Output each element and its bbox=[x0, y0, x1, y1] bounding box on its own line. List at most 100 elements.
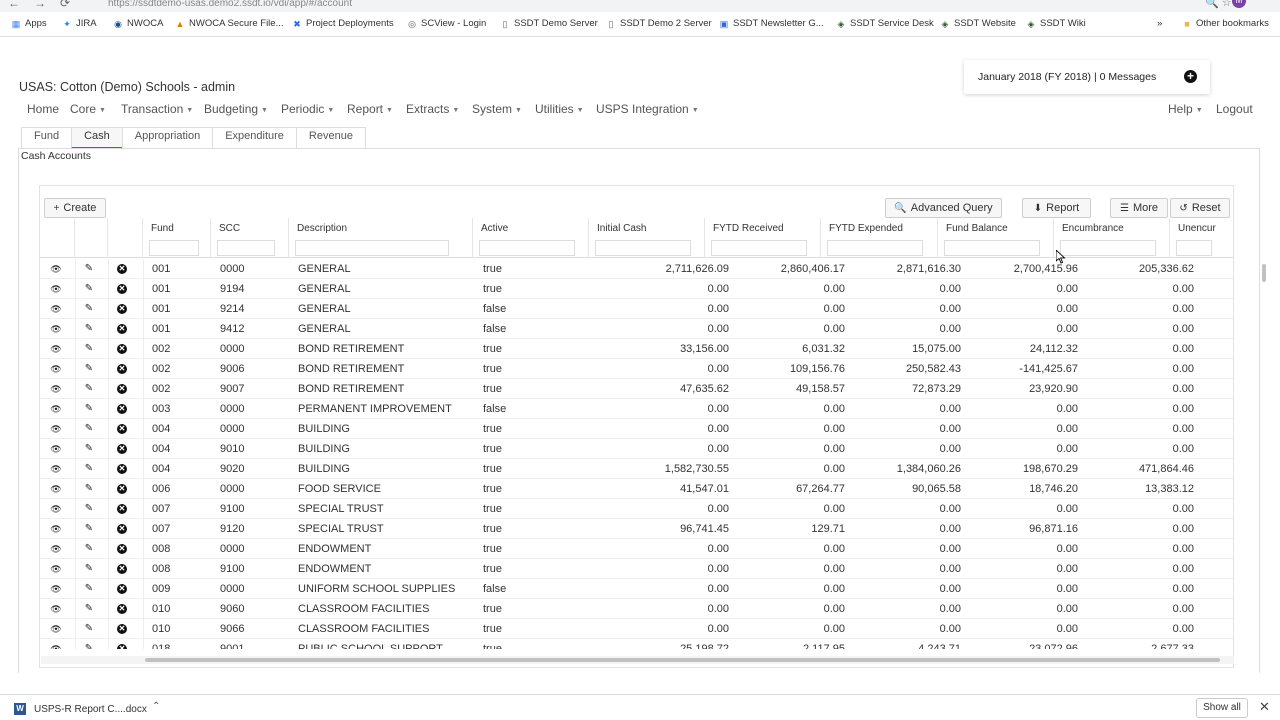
delete-icon[interactable]: ✕ bbox=[117, 524, 127, 534]
bookmarks-overflow-icon[interactable]: » bbox=[1157, 18, 1162, 29]
delete-icon[interactable]: ✕ bbox=[117, 284, 127, 294]
view-eye-icon[interactable]: 👁 bbox=[50, 383, 62, 395]
menu-home[interactable]: Home bbox=[27, 102, 59, 116]
bookmark-apps[interactable]: ▦ Apps bbox=[11, 18, 47, 29]
column-header-description[interactable]: Description bbox=[289, 218, 473, 258]
bookmark-ssdt-demo[interactable]: ▯ SSDT Demo Server bbox=[500, 18, 598, 29]
bookmark-ssdt-demo2[interactable]: ▯ SSDT Demo 2 Server bbox=[606, 18, 712, 29]
bookmark-other[interactable]: ■ Other bookmarks bbox=[1182, 18, 1269, 29]
view-eye-icon[interactable]: 👁 bbox=[50, 283, 62, 295]
download-item[interactable]: W USPS-R Report C....docx bbox=[14, 703, 147, 715]
view-eye-icon[interactable]: 👁 bbox=[50, 523, 62, 535]
table-row[interactable]: 👁 ✎ ✕ 001 9412 GENERAL false 0.00 0.00 0.00 0.00 0.… bbox=[40, 319, 1233, 339]
view-eye-icon[interactable]: 👁 bbox=[50, 563, 62, 575]
column-header-fund[interactable]: Fund bbox=[143, 218, 211, 258]
active-filter-input[interactable] bbox=[479, 240, 575, 256]
column-header-active[interactable]: Active bbox=[473, 218, 589, 258]
tab-fund[interactable]: Fund bbox=[21, 127, 73, 149]
table-row[interactable]: 👁 ✎ ✕ 004 9010 BUILDING true 0.00 0.00 0.00 0.00 0.… bbox=[40, 439, 1233, 459]
bookmark-project-deployments[interactable]: ✖ Project Deployments bbox=[292, 18, 393, 29]
edit-pencil-icon[interactable]: ✎ bbox=[83, 363, 95, 375]
bookmark-ssdt-wiki[interactable]: ◈ SSDT Wiki bbox=[1026, 18, 1086, 29]
expand-plus-icon[interactable]: + bbox=[1184, 70, 1197, 83]
unencumbered-filter-input[interactable] bbox=[1176, 240, 1212, 256]
table-row[interactable]: 👁 ✎ ✕ 010 9066 CLASSROOM FACILITIES true 0.00 0.… bbox=[40, 619, 1233, 639]
edit-pencil-icon[interactable]: ✎ bbox=[83, 343, 95, 355]
create-button[interactable]: + Create bbox=[44, 198, 106, 218]
description-filter-input[interactable] bbox=[295, 240, 449, 256]
edit-pencil-icon[interactable]: ✎ bbox=[83, 523, 95, 535]
horizontal-scrollbar[interactable] bbox=[145, 658, 1220, 662]
view-eye-icon[interactable]: 👁 bbox=[50, 583, 62, 595]
delete-icon[interactable]: ✕ bbox=[117, 404, 127, 414]
show-all-button[interactable]: Show all bbox=[1196, 698, 1248, 718]
delete-icon[interactable]: ✕ bbox=[117, 324, 127, 334]
table-row[interactable]: 👁 ✎ ✕ 018 9001 PUBLIC SCHOOL SUPPORT true 25,19… bbox=[40, 639, 1233, 649]
menu-extracts[interactable]: Extracts ▼ bbox=[406, 102, 459, 116]
fund-filter-input[interactable] bbox=[149, 240, 199, 256]
scc-filter-input[interactable] bbox=[217, 240, 275, 256]
period-text[interactable]: January 2018 (FY 2018) | 0 Messages bbox=[978, 71, 1156, 83]
view-eye-icon[interactable]: 👁 bbox=[50, 483, 62, 495]
edit-pencil-icon[interactable]: ✎ bbox=[83, 643, 95, 649]
delete-icon[interactable]: ✕ bbox=[117, 564, 127, 574]
column-header-fytd-expended[interactable]: FYTD Expended bbox=[821, 218, 938, 258]
table-row[interactable]: 👁 ✎ ✕ 001 9214 GENERAL false 0.00 0.00 0.00 0.00 0.… bbox=[40, 299, 1233, 319]
edit-pencil-icon[interactable]: ✎ bbox=[83, 263, 95, 275]
tab-revenue[interactable]: Revenue bbox=[295, 127, 366, 149]
view-eye-icon[interactable]: 👁 bbox=[50, 443, 62, 455]
view-eye-icon[interactable]: 👁 bbox=[50, 323, 62, 335]
view-eye-icon[interactable]: 👁 bbox=[50, 543, 62, 555]
fund-balance-filter-input[interactable] bbox=[944, 240, 1040, 256]
delete-icon[interactable]: ✕ bbox=[117, 304, 127, 314]
bookmark-newsletter[interactable]: ▣ SSDT Newsletter G... bbox=[719, 18, 824, 29]
delete-icon[interactable]: ✕ bbox=[117, 544, 127, 554]
fytd-received-filter-input[interactable] bbox=[711, 240, 807, 256]
menu-report[interactable]: Report ▼ bbox=[347, 102, 393, 116]
bookmark-nwoca[interactable]: ◉ NWOCA bbox=[113, 18, 163, 29]
menu-transaction[interactable]: Transaction ▼ bbox=[121, 102, 193, 116]
edit-pencil-icon[interactable]: ✎ bbox=[83, 323, 95, 335]
view-eye-icon[interactable]: 👁 bbox=[50, 503, 62, 515]
edit-pencil-icon[interactable]: ✎ bbox=[83, 623, 95, 635]
table-row[interactable]: 👁 ✎ ✕ 008 9100 ENDOWMENT true 0.00 0.00 0.00 0.00 0… bbox=[40, 559, 1233, 579]
menu-periodic[interactable]: Periodic ▼ bbox=[281, 102, 334, 116]
menu-system[interactable]: System ▼ bbox=[472, 102, 522, 116]
delete-icon[interactable]: ✕ bbox=[117, 384, 127, 394]
delete-icon[interactable]: ✕ bbox=[117, 624, 127, 634]
table-row[interactable]: 👁 ✎ ✕ 008 0000 ENDOWMENT true 0.00 0.00 0.00 0.00 0… bbox=[40, 539, 1233, 559]
delete-icon[interactable]: ✕ bbox=[117, 264, 127, 274]
table-row[interactable]: 👁 ✎ ✕ 009 0000 UNIFORM SCHOOL SUPPLIES false 0.… bbox=[40, 579, 1233, 599]
delete-icon[interactable]: ✕ bbox=[117, 364, 127, 374]
view-eye-icon[interactable]: 👁 bbox=[50, 603, 62, 615]
table-row[interactable]: 👁 ✎ ✕ 001 0000 GENERAL true 2,711,626.09 2,860,4… bbox=[40, 259, 1233, 279]
edit-pencil-icon[interactable]: ✎ bbox=[83, 603, 95, 615]
menu-help[interactable]: Help ▼ bbox=[1168, 102, 1203, 116]
vertical-scrollbar[interactable] bbox=[1262, 264, 1266, 282]
edit-pencil-icon[interactable]: ✎ bbox=[83, 483, 95, 495]
menu-usps-integration[interactable]: USPS Integration ▼ bbox=[596, 102, 699, 116]
view-eye-icon[interactable]: 👁 bbox=[50, 343, 62, 355]
view-eye-icon[interactable]: 👁 bbox=[50, 463, 62, 475]
edit-pencil-icon[interactable]: ✎ bbox=[83, 283, 95, 295]
bookmark-scview[interactable]: ◎ SCView - Login bbox=[407, 18, 486, 29]
column-header-encumbrance[interactable]: Encumbrance bbox=[1054, 218, 1170, 258]
view-eye-icon[interactable]: 👁 bbox=[50, 643, 62, 649]
edit-pencil-icon[interactable]: ✎ bbox=[83, 543, 95, 555]
chevron-up-icon[interactable]: ⌃ bbox=[152, 701, 160, 712]
tab-expenditure[interactable]: Expenditure bbox=[212, 127, 297, 149]
view-eye-icon[interactable]: 👁 bbox=[50, 623, 62, 635]
more-button[interactable]: ☰ More bbox=[1110, 198, 1168, 218]
delete-icon[interactable]: ✕ bbox=[117, 484, 127, 494]
delete-icon[interactable]: ✕ bbox=[117, 464, 127, 474]
bookmark-nwoca-secure[interactable]: ▲ NWOCA Secure File... bbox=[175, 18, 284, 29]
table-row[interactable]: 👁 ✎ ✕ 003 0000 PERMANENT IMPROVEMENT false 0.00… bbox=[40, 399, 1233, 419]
delete-icon[interactable]: ✕ bbox=[117, 424, 127, 434]
logout-link[interactable]: Logout bbox=[1216, 102, 1253, 116]
edit-pencil-icon[interactable]: ✎ bbox=[83, 423, 95, 435]
edit-pencil-icon[interactable]: ✎ bbox=[83, 503, 95, 515]
bookmark-jira[interactable]: ✦ JIRA bbox=[62, 18, 96, 29]
view-eye-icon[interactable]: 👁 bbox=[50, 423, 62, 435]
view-eye-icon[interactable]: 👁 bbox=[50, 263, 62, 275]
browser-nav-icons[interactable]: ←→⟳ bbox=[8, 0, 84, 10]
